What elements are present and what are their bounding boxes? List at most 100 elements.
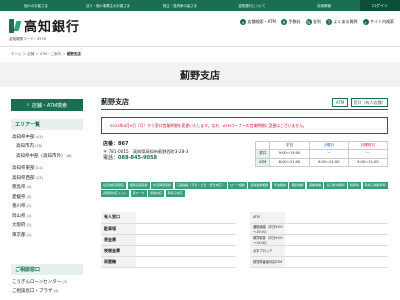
area-item[interactable]: 大阪府 (1) bbox=[11, 221, 83, 231]
area-count: (1) bbox=[26, 232, 32, 237]
service-tag: 口座開設（平日・土日・祝日対応） bbox=[174, 182, 227, 189]
page-title: 薊野支店 bbox=[0, 62, 400, 87]
facility-value bbox=[285, 234, 388, 246]
area-count: (35) bbox=[35, 144, 43, 149]
nav-corporate[interactable]: 法人・個人事業主のお客さま bbox=[72, 3, 144, 8]
service-tag: 保険窓販取扱 bbox=[127, 182, 150, 189]
facilities-table-left: 有人窓口 駐車場 貸金庫 夜間金庫 両替機 bbox=[101, 212, 236, 268]
facility-row: 通帳繰越（平日9:00～15:00） bbox=[250, 223, 388, 235]
breadcrumb-atm[interactable]: ATM・ご案内 bbox=[40, 52, 61, 56]
consult-heading: ご相談窓口 bbox=[11, 264, 83, 275]
area-count: (11) bbox=[35, 166, 43, 171]
area-count: (6) bbox=[66, 153, 72, 158]
area-item[interactable]: 香川県 (1) bbox=[11, 202, 83, 212]
area-label: 香川県 bbox=[12, 204, 26, 210]
area-label: 高知県中部（高知市外） bbox=[16, 153, 66, 159]
store-info: 店番：867 〒 781-0015 高知県高知市薊野西町3-28-3 電話：08… bbox=[103, 141, 188, 162]
area-item[interactable]: 高知県中部 (41) bbox=[11, 132, 83, 142]
facility-value bbox=[285, 212, 388, 224]
hours-row-label: 窓口 bbox=[254, 149, 271, 159]
facility-label: 通帳繰越（平日9:00～15:00） bbox=[250, 223, 285, 235]
util-label: 店舗検索・ATM bbox=[247, 19, 276, 24]
util-label: 手数料 bbox=[288, 19, 301, 24]
area-count: (1) bbox=[26, 213, 32, 218]
area-item[interactable]: 高知県中部（高知市外） (6) bbox=[11, 151, 83, 161]
service-tag: 車椅子対応 bbox=[165, 190, 185, 197]
hours-row: ATM 8:00～21:00 9:00～21:00 9:00～21:00 bbox=[254, 157, 389, 167]
util-label: サイト内検索 bbox=[370, 19, 394, 24]
login-button[interactable]: ログイン bbox=[360, 0, 400, 11]
hours-header-blank bbox=[254, 140, 271, 151]
facility-row: 有人窓口 bbox=[101, 212, 236, 224]
util-label: 金利 bbox=[313, 19, 321, 24]
util-rates[interactable]: % 金利 bbox=[305, 19, 321, 25]
facility-row: 貸金庫 bbox=[101, 234, 236, 246]
consult-item[interactable]: こうぎんローンセンター (7) bbox=[11, 277, 83, 287]
facility-label: 視覚障害者対応ATM bbox=[250, 256, 285, 268]
util-label: よくある質問 bbox=[333, 19, 358, 24]
facility-value bbox=[136, 245, 236, 257]
area-item[interactable]: 東京都 (1) bbox=[11, 230, 83, 240]
hours-cell: 9:00～21:00 bbox=[347, 157, 389, 167]
facility-label: ATM bbox=[250, 212, 285, 224]
area-count: (1) bbox=[26, 223, 32, 228]
area-count: (5) bbox=[26, 194, 32, 199]
area-item[interactable]: 高知市内 (35) bbox=[11, 142, 83, 152]
service-tags: 投資信託取扱店 保険窓販取扱 外貨両替取扱 口座開設（平日・土日・祝日対応） ロ… bbox=[101, 182, 389, 197]
nav-recruit[interactable]: 採用情報 bbox=[288, 3, 360, 8]
bank-name: 高知銀行 bbox=[24, 20, 81, 35]
bank-logo[interactable]: 高知銀行 bbox=[9, 16, 80, 35]
facility-label: 駐車場 bbox=[101, 223, 136, 235]
util-site-search[interactable]: ⌕ サイト内検索 bbox=[362, 19, 394, 25]
hours-header-saturday: 土曜日 bbox=[308, 140, 349, 151]
breadcrumb-stores[interactable]: 店舗 bbox=[27, 52, 34, 56]
consult-item[interactable]: ご相談窓口・プラザ (4) bbox=[11, 287, 83, 297]
search-icon: ⌕ bbox=[362, 19, 369, 25]
phone-number[interactable]: 088-845-9058 bbox=[118, 155, 157, 161]
area-item[interactable]: 愛媛県 (5) bbox=[11, 192, 83, 202]
nav-personal[interactable]: 個人のお客さま bbox=[0, 3, 72, 8]
area-item[interactable]: 徳島県 (4) bbox=[11, 183, 83, 193]
hours-cell: － bbox=[347, 149, 389, 159]
branch-title: 薊野支店 bbox=[101, 98, 129, 106]
area-label: 高知県東部 bbox=[12, 166, 35, 172]
utility-links: ⌖ 店舗検索・ATM ¥ 手数料 % 金利 ? よくある質問 ⌕ サイト内検索 bbox=[240, 19, 394, 25]
consult-list: こうぎんローンセンター (7) ご相談窓口・プラザ (4) bbox=[11, 277, 83, 296]
nav-about[interactable]: 高知銀行について bbox=[216, 3, 288, 8]
area-item[interactable]: 高知県東部 (11) bbox=[11, 164, 83, 174]
consult-count: (4) bbox=[53, 289, 59, 294]
branch-search-label: 店舗・ATM検索 bbox=[31, 102, 67, 109]
area-label: 大阪府 bbox=[12, 223, 26, 229]
area-item[interactable]: 高知県西部 (13) bbox=[11, 173, 83, 183]
branch-search-button[interactable]: ⌕ 店舗・ATM検索 bbox=[11, 99, 83, 111]
facility-value bbox=[285, 223, 388, 235]
consult-label: こうぎんローンセンター bbox=[12, 279, 62, 285]
facility-label: 硬貨取扱（平日9:00～15:00） bbox=[250, 234, 285, 246]
store-number-label: 店番： bbox=[103, 141, 119, 147]
facility-value bbox=[136, 212, 236, 224]
hours-row: 窓口 9:00～15:00 － － bbox=[254, 149, 389, 159]
location-pin-icon: ⌖ bbox=[240, 19, 247, 25]
facility-row: 駐車場 bbox=[101, 223, 236, 235]
nav-investors[interactable]: 株主・投資家の皆さま bbox=[144, 3, 216, 8]
breadcrumb-separator: ＞ bbox=[35, 52, 39, 56]
util-faq[interactable]: ? よくある質問 bbox=[326, 19, 358, 25]
breadcrumb-current: 薊野支店 bbox=[66, 52, 81, 56]
service-tag: 事業承継 bbox=[306, 182, 323, 189]
facility-row: 夜間金庫 bbox=[101, 245, 236, 257]
branch-title-rule bbox=[101, 109, 388, 110]
percent-icon: % bbox=[305, 19, 312, 25]
facility-row: 両替機 bbox=[101, 256, 236, 268]
consult-label: ご相談窓口・プラザ bbox=[12, 289, 53, 295]
area-label: 岡山県 bbox=[12, 213, 26, 219]
area-label: 高知県西部 bbox=[12, 175, 35, 181]
bank-code: 金融機関コード：0578 bbox=[9, 37, 46, 41]
breadcrumb-home[interactable]: ホーム bbox=[11, 52, 21, 56]
facility-row: 視覚障害者対応ATM bbox=[250, 256, 388, 268]
store-address: 〒 781-0015 高知県高知市薊野西町3-28-3 bbox=[103, 149, 189, 154]
area-item[interactable]: 岡山県 (1) bbox=[11, 211, 83, 221]
header-divider bbox=[0, 46, 400, 47]
top-nav: 個人のお客さま 法人・個人事業主のお客さま 株主・投資家の皆さま 高知銀行につい… bbox=[0, 0, 400, 11]
util-branch-search[interactable]: ⌖ 店舗検索・ATM bbox=[240, 19, 276, 25]
util-fees[interactable]: ¥ 手数料 bbox=[281, 19, 301, 25]
